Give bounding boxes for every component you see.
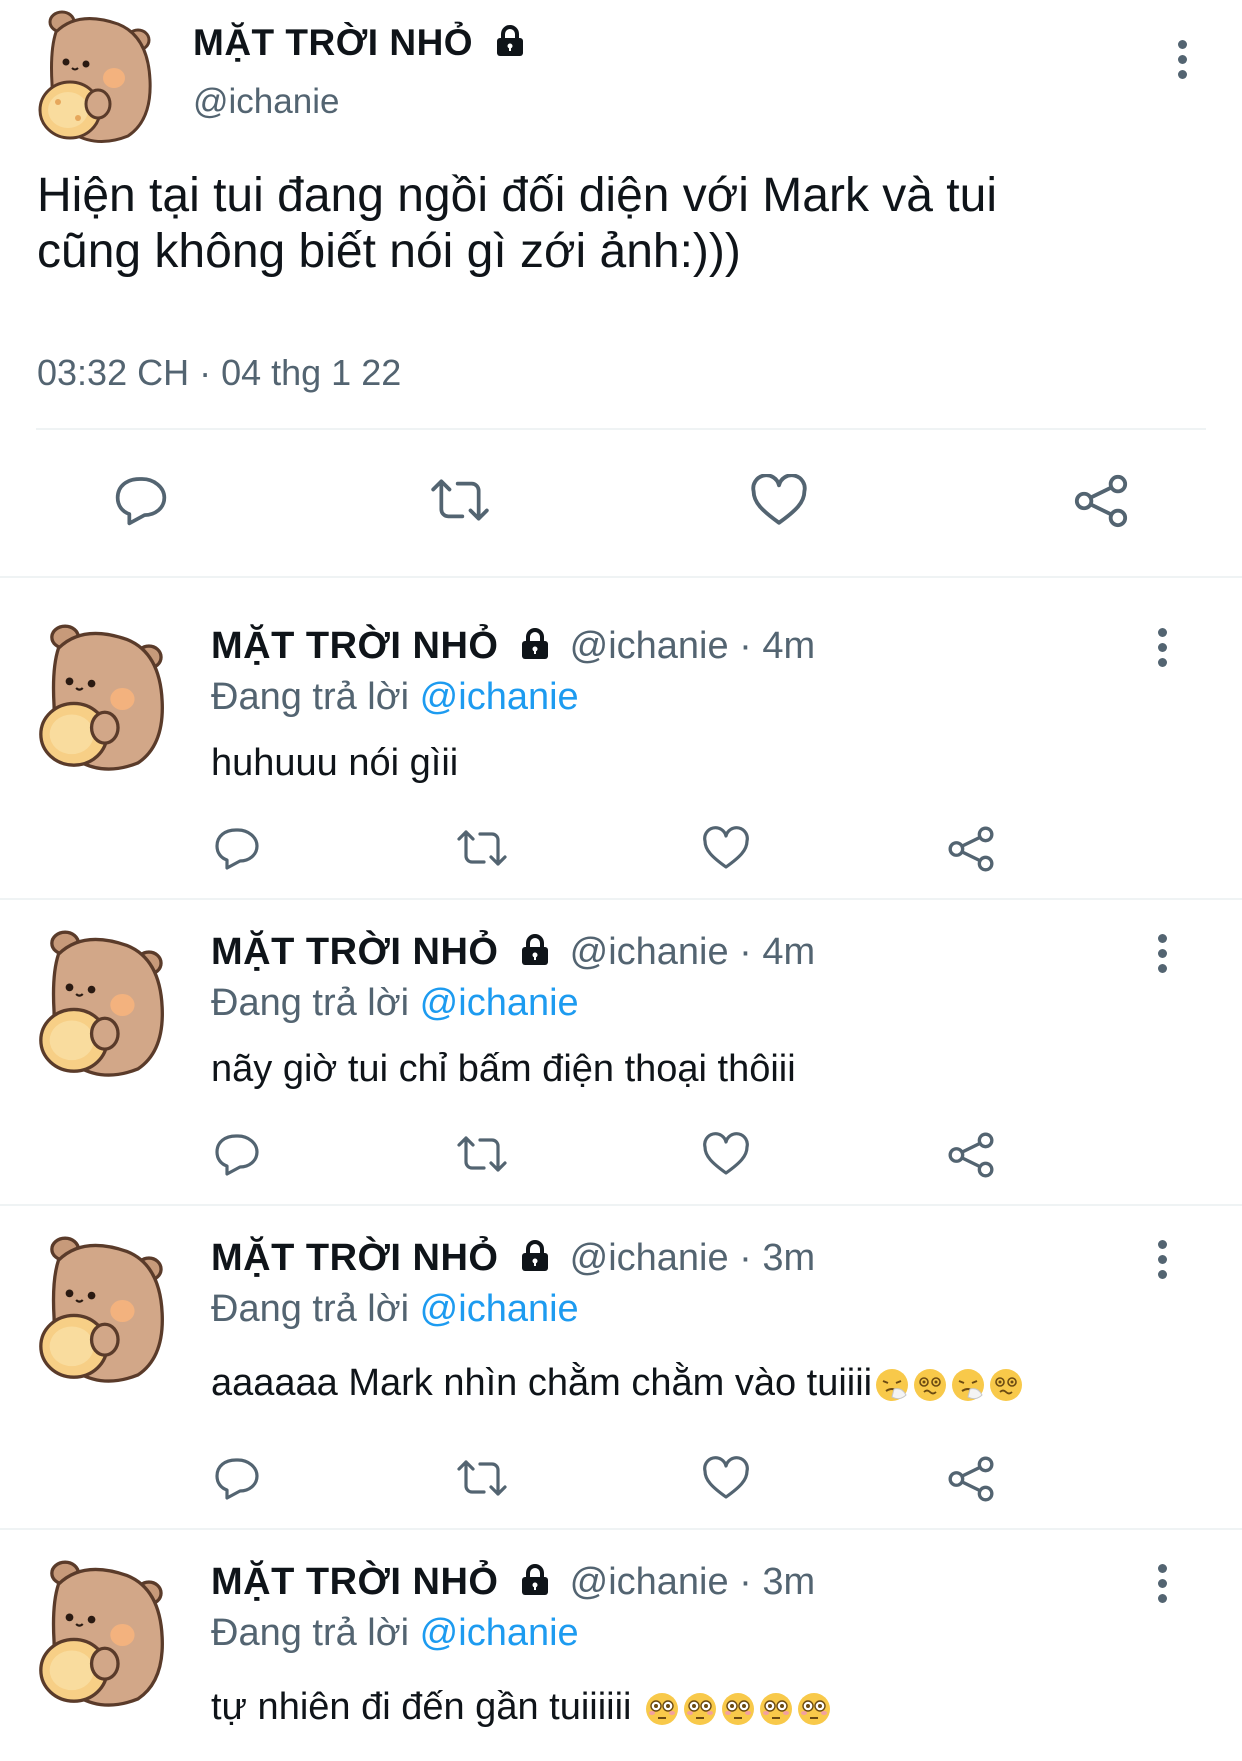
replying-to-link[interactable]: @ichanie xyxy=(420,676,579,718)
reply-button[interactable] xyxy=(212,1454,262,1502)
retweet-button[interactable] xyxy=(428,472,492,528)
display-name[interactable]: MẶT TRỜI NHỎ xyxy=(193,22,526,64)
like-icon xyxy=(751,474,807,525)
reply-icon xyxy=(215,828,259,870)
replying-to-link[interactable]: @ichanie xyxy=(420,1288,579,1330)
reply-icon xyxy=(215,1458,259,1500)
replying-to-link[interactable]: @ichanie xyxy=(420,1612,579,1654)
divider xyxy=(0,898,1242,900)
tweet-text-line: Hiện tại tui đang ngồi đối diện với Mark… xyxy=(37,169,997,222)
share-button[interactable] xyxy=(946,1454,996,1504)
share-icon xyxy=(1074,474,1128,528)
reply-button[interactable] xyxy=(112,472,170,528)
reply-button[interactable] xyxy=(212,824,262,872)
more-icon[interactable] xyxy=(1154,1564,1170,1609)
divider xyxy=(0,576,1242,578)
lock-icon xyxy=(496,25,523,57)
flushed-emoji xyxy=(684,1692,717,1725)
replying-to: Đang trả lời @ichanie xyxy=(211,1612,579,1655)
retweet-button[interactable] xyxy=(454,1130,510,1178)
like-icon xyxy=(703,826,749,869)
avatar[interactable] xyxy=(36,930,178,1080)
tweet-text: Hiện tại tui đang ngồi đối diện với Mark… xyxy=(37,168,997,280)
share-button[interactable] xyxy=(1072,472,1130,530)
lock-icon xyxy=(522,1239,549,1271)
sneezing-emoji xyxy=(876,1368,909,1401)
share-icon xyxy=(948,826,994,872)
flushed-emoji xyxy=(798,1692,831,1725)
reply-icon xyxy=(115,477,167,526)
dizzy-emoji xyxy=(914,1368,947,1401)
share-icon xyxy=(948,1132,994,1178)
replying-prefix: Đang trả lời xyxy=(211,1288,410,1330)
handle-time[interactable]: @ichanie · 3m xyxy=(570,1237,816,1279)
avatar[interactable] xyxy=(36,1236,178,1386)
avatar[interactable] xyxy=(38,10,162,146)
tweet-text-line: cũng không biết nói gì zới ảnh:))) xyxy=(37,225,741,278)
reply-header: MẶT TRỜI NHỎ @ichanie · 4m xyxy=(211,625,815,668)
reply-text: aaaaaa Mark nhìn chằm chằm vào tuiiii xyxy=(211,1362,873,1404)
more-icon[interactable] xyxy=(1174,40,1190,85)
more-icon[interactable] xyxy=(1154,934,1170,979)
reply-icon xyxy=(215,1134,259,1176)
reply-text: huhuuu nói gìii xyxy=(211,742,459,784)
retweet-button[interactable] xyxy=(454,824,510,872)
avatar[interactable] xyxy=(36,624,178,774)
display-name[interactable]: MẶT TRỜI NHỎ xyxy=(211,625,499,667)
retweet-button[interactable] xyxy=(454,1454,510,1502)
handle-time[interactable]: @ichanie · 4m xyxy=(570,931,816,973)
like-button[interactable] xyxy=(702,1456,750,1502)
avatar[interactable] xyxy=(36,1560,178,1710)
retweet-icon xyxy=(457,830,507,866)
lock-icon xyxy=(522,1563,549,1595)
replying-prefix: Đang trả lời xyxy=(211,676,410,718)
timestamp[interactable]: 03:32 CH · 04 thg 1 22 xyxy=(37,352,401,394)
replying-to: Đang trả lời @ichanie xyxy=(211,982,579,1025)
divider xyxy=(36,428,1206,430)
share-icon xyxy=(948,1456,994,1502)
retweet-icon xyxy=(457,1460,507,1496)
divider xyxy=(0,1204,1242,1206)
handle-time[interactable]: @ichanie · 4m xyxy=(570,625,816,667)
divider xyxy=(0,1528,1242,1530)
sneezing-emoji xyxy=(952,1368,985,1401)
like-button[interactable] xyxy=(702,826,750,872)
display-name[interactable]: MẶT TRỜI NHỎ xyxy=(211,931,499,973)
display-name[interactable]: MẶT TRỜI NHỎ xyxy=(211,1237,499,1279)
reply-text: tự nhiên đi đến gần tuiiiiii xyxy=(211,1686,643,1728)
reply-text: nãy giờ tui chỉ bấm điện thoại thôiii xyxy=(211,1048,796,1090)
more-icon[interactable] xyxy=(1154,1240,1170,1285)
display-name-text[interactable]: MẶT TRỜI NHỎ xyxy=(193,22,473,63)
retweet-icon xyxy=(457,1136,507,1172)
more-icon[interactable] xyxy=(1154,628,1170,673)
replying-to: Đang trả lời @ichanie xyxy=(211,676,579,719)
handle[interactable]: @ichanie xyxy=(193,82,339,122)
flushed-emoji xyxy=(760,1692,793,1725)
display-name[interactable]: MẶT TRỜI NHỎ xyxy=(211,1561,499,1603)
reply-text-row: tự nhiên đi đến gần tuiiiiii xyxy=(211,1686,832,1729)
like-button[interactable] xyxy=(702,1132,750,1178)
reply-text-row: aaaaaa Mark nhìn chằm chằm vào tuiiii xyxy=(211,1362,1024,1405)
reply-header: MẶT TRỜI NHỎ @ichanie · 3m xyxy=(211,1237,815,1280)
lock-icon xyxy=(522,627,549,659)
dizzy-emoji xyxy=(990,1368,1023,1401)
lock-icon xyxy=(522,933,549,965)
like-icon xyxy=(703,1456,749,1499)
retweet-icon xyxy=(431,479,489,521)
replying-prefix: Đang trả lời xyxy=(211,982,410,1024)
replying-to-link[interactable]: @ichanie xyxy=(420,982,579,1024)
replying-to: Đang trả lời @ichanie xyxy=(211,1288,579,1331)
flushed-emoji xyxy=(646,1692,679,1725)
like-button[interactable] xyxy=(750,474,808,528)
share-button[interactable] xyxy=(946,1130,996,1180)
share-button[interactable] xyxy=(946,824,996,874)
replying-prefix: Đang trả lời xyxy=(211,1612,410,1654)
reply-header: MẶT TRỜI NHỎ @ichanie · 4m xyxy=(211,931,815,974)
flushed-emoji xyxy=(722,1692,755,1725)
reply-header: MẶT TRỜI NHỎ @ichanie · 3m xyxy=(211,1561,815,1604)
like-icon xyxy=(703,1132,749,1175)
handle-time[interactable]: @ichanie · 3m xyxy=(570,1561,816,1603)
reply-button[interactable] xyxy=(212,1130,262,1178)
